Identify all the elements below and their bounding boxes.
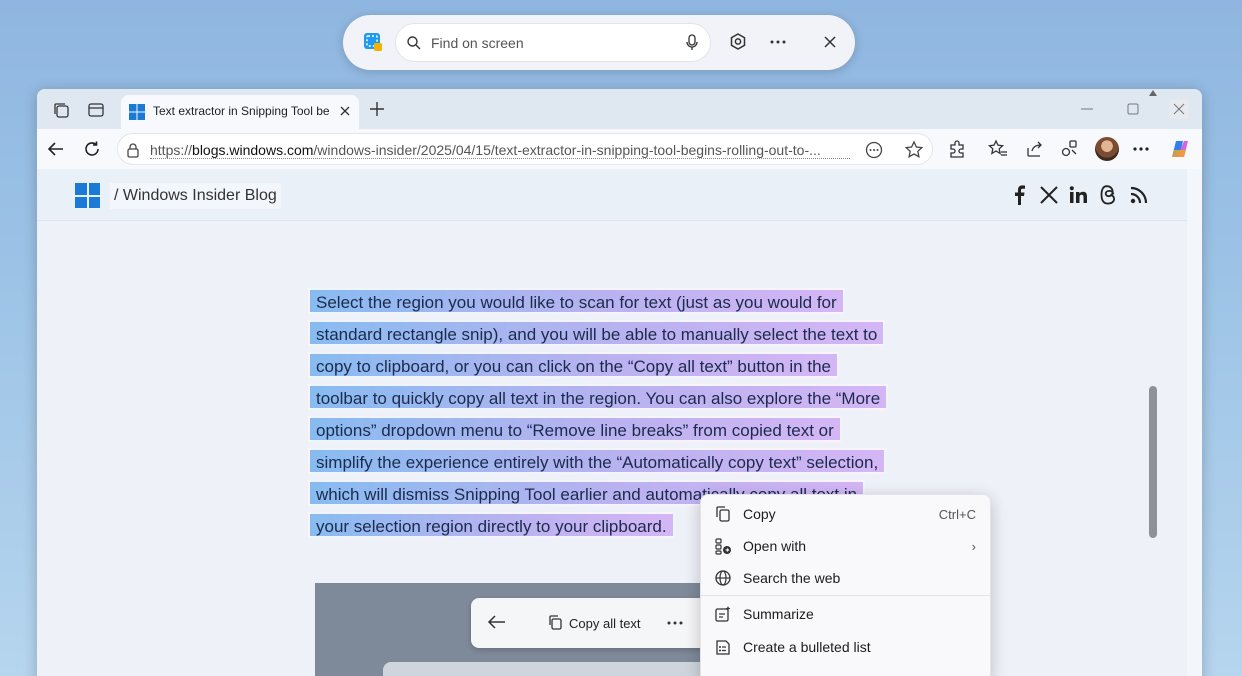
copy-icon (714, 505, 732, 523)
summarize-icon (714, 605, 732, 623)
menu-item-open-with[interactable]: Open with › (701, 529, 990, 561)
threads-icon[interactable] (1095, 181, 1123, 209)
close-icon[interactable] (818, 30, 842, 54)
vertical-tabs-icon[interactable] (84, 98, 108, 122)
profile-avatar[interactable] (1095, 137, 1119, 161)
menu-item-summarize[interactable]: Summarize (701, 597, 990, 629)
menu-item-label: Create a bulleted list (743, 639, 871, 655)
menu-item-label: Open with (743, 538, 807, 554)
share-icon[interactable] (1023, 137, 1047, 161)
visual-search-icon[interactable] (726, 30, 750, 54)
facebook-icon[interactable] (1005, 181, 1033, 209)
more-options-icon[interactable] (766, 30, 790, 54)
minimize-icon[interactable] (1077, 99, 1097, 119)
x-icon[interactable] (1035, 181, 1063, 209)
favorite-star-icon[interactable] (904, 140, 924, 165)
copilot-icon[interactable] (1168, 137, 1192, 161)
url-text: https://blogs.windows.com/windows-inside… (150, 142, 850, 158)
chevron-right-icon: › (971, 539, 976, 554)
search-placeholder: Find on screen (431, 35, 524, 51)
tab-active[interactable]: Text extractor in Snipping Tool be (121, 95, 359, 129)
address-bar[interactable]: https://blogs.windows.com/windows-inside… (117, 133, 933, 165)
context-menu: Copy Ctrl+C Open with › Search the web S… (700, 494, 991, 676)
refresh-icon[interactable] (80, 137, 104, 161)
globe-icon (714, 569, 732, 587)
immersive-reader-icon[interactable] (864, 140, 884, 165)
menu-item-create-bulleted-list[interactable]: Create a bulleted list (701, 630, 990, 662)
screenshot-preview-inner (383, 662, 713, 676)
snipping-tool-bar: Find on screen (343, 15, 855, 70)
site-header: / Windows Insider Blog (37, 169, 1187, 221)
url-path: /windows-insider/2025/04/15/text-extract… (313, 142, 821, 158)
bulleted-list-icon (714, 638, 732, 656)
selected-text-line[interactable]: toolbar to quickly copy all text in the … (308, 384, 889, 410)
back-icon[interactable] (44, 137, 68, 161)
url-scheme: https:// (150, 142, 193, 158)
tab-close-icon[interactable] (339, 104, 351, 122)
text-action-toolbar: Copy all text (471, 598, 707, 648)
menu-item-label: Copy (743, 506, 776, 522)
settings-more-icon[interactable] (1129, 137, 1153, 161)
extensions-icon[interactable] (945, 137, 969, 161)
copy-icon (547, 614, 563, 633)
rss-icon[interactable] (1125, 181, 1153, 209)
open-with-icon (714, 537, 732, 555)
tab-title: Text extractor in Snipping Tool be (153, 104, 330, 118)
scroll-up-arrow-icon[interactable] (1148, 84, 1158, 102)
back-arrow-icon[interactable] (487, 614, 507, 635)
url-underline (150, 158, 850, 159)
selected-text-line[interactable]: options” dropdown menu to “Remove line b… (308, 416, 842, 442)
menu-item-search-the-web[interactable]: Search the web (701, 561, 990, 593)
maximize-icon[interactable] (1123, 99, 1143, 119)
snipping-tool-app-icon[interactable] (363, 32, 383, 52)
menu-item-label: Summarize (743, 606, 814, 622)
selected-text-line[interactable]: your selection region directly to your c… (308, 512, 675, 538)
scrollbar-thumb[interactable] (1149, 386, 1157, 538)
tab-strip: Text extractor in Snipping Tool be (37, 89, 1202, 129)
copy-all-text-button[interactable]: Copy all text (541, 608, 647, 638)
microphone-icon[interactable] (685, 34, 699, 57)
linkedin-icon[interactable] (1065, 181, 1093, 209)
selected-text-line[interactable]: copy to clipboard, or you can click on t… (308, 352, 839, 378)
search-icon (406, 35, 422, 56)
browser-toolbar: https://blogs.windows.com/windows-inside… (37, 129, 1202, 169)
menu-separator (701, 595, 990, 596)
lock-icon[interactable] (126, 142, 140, 163)
more-options-icon[interactable] (667, 612, 683, 630)
windows-logo-icon[interactable] (75, 183, 100, 208)
new-tab-icon[interactable] (368, 100, 386, 123)
find-on-screen-input[interactable]: Find on screen (395, 23, 711, 62)
menu-item-shortcut: Ctrl+C (938, 507, 976, 522)
windows-favicon-icon (129, 104, 145, 125)
window-close-icon[interactable] (1169, 99, 1189, 119)
menu-item-label: Search the web (743, 570, 841, 586)
menu-item-copy[interactable]: Copy Ctrl+C (701, 497, 990, 529)
favorites-icon[interactable] (986, 137, 1010, 161)
url-host: blogs.windows.com (192, 142, 314, 158)
copy-all-text-label: Copy all text (569, 615, 641, 631)
blog-title-link[interactable]: / Windows Insider Blog (110, 183, 281, 209)
workspaces-icon[interactable] (49, 98, 73, 122)
selected-text-line[interactable]: standard rectangle snip), and you will b… (308, 320, 886, 346)
collections-icon[interactable] (1058, 137, 1082, 161)
selected-text-line[interactable]: simplify the experience entirely with th… (308, 448, 887, 474)
selected-text-line[interactable]: Select the region you would like to scan… (308, 288, 845, 314)
